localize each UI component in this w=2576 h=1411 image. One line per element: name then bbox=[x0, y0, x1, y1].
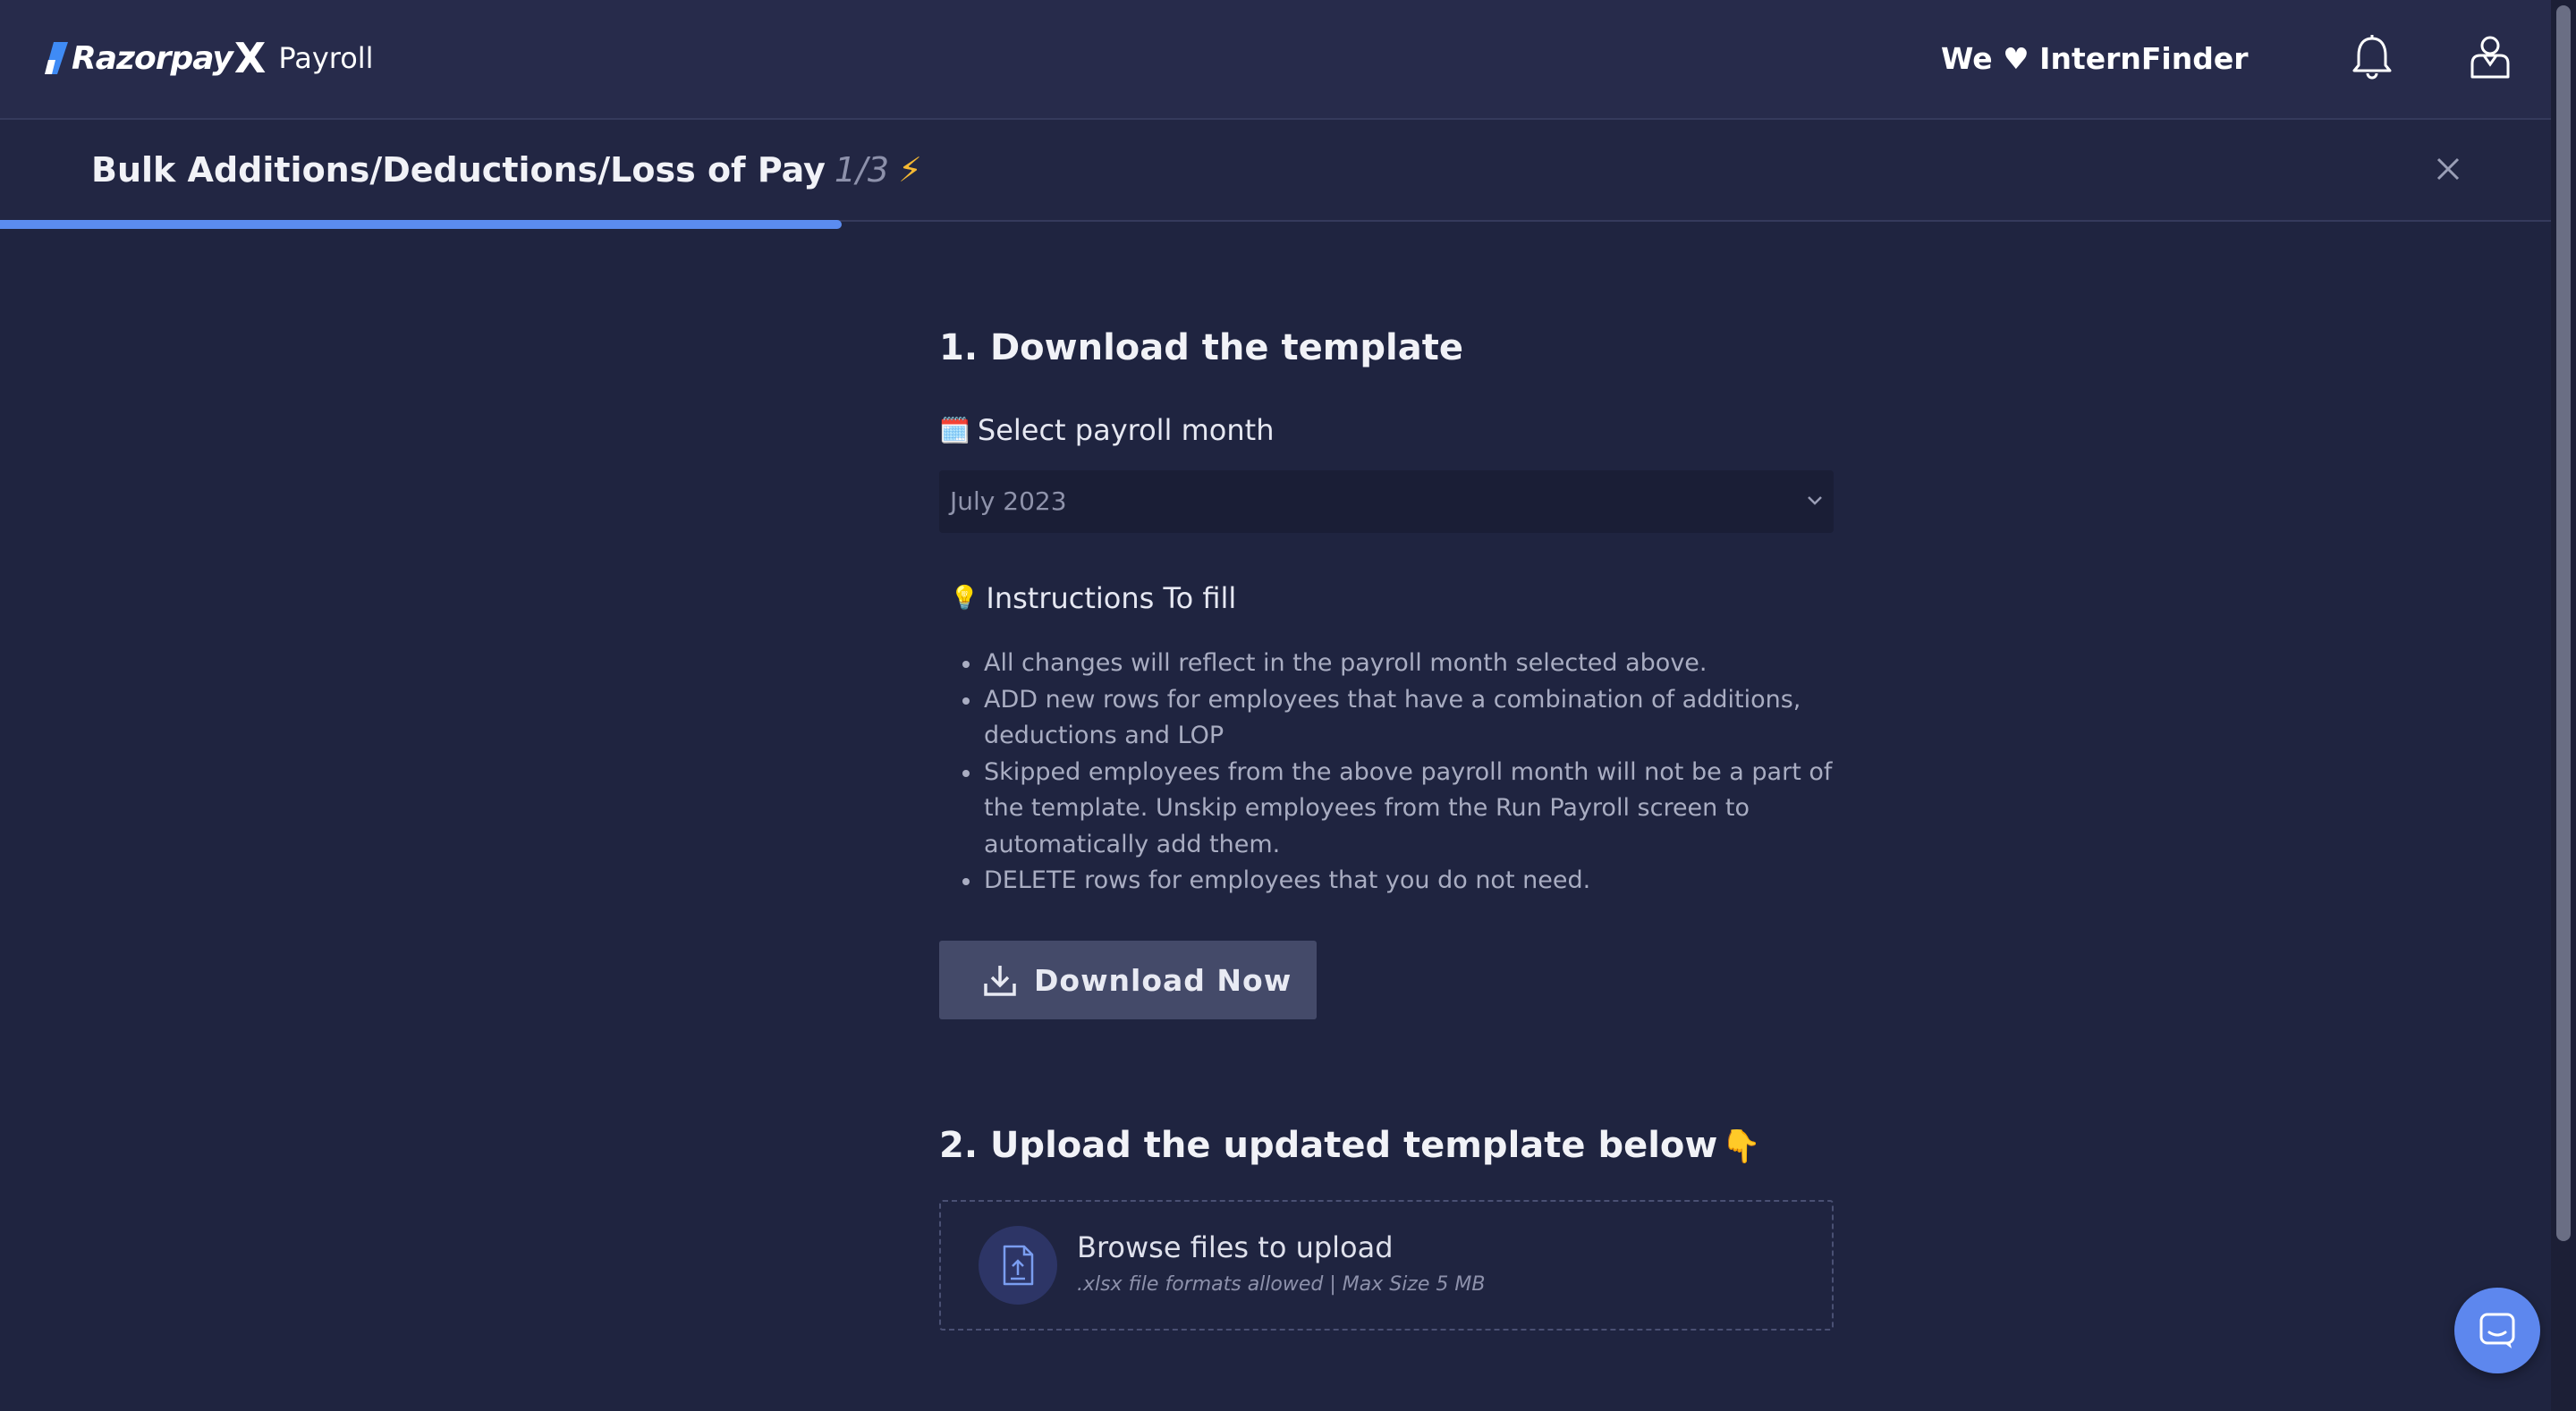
bell-icon bbox=[2352, 35, 2392, 80]
top-bar: Razorpay X Payroll We ♥ InternFinder bbox=[0, 0, 2551, 120]
step-1-heading: 1. Download the template bbox=[939, 327, 1463, 368]
account-button[interactable] bbox=[2463, 30, 2517, 84]
bolt-icon: ⚡ bbox=[898, 150, 922, 190]
list-item: All changes will reflect in the payroll … bbox=[962, 646, 1834, 682]
page-title: Bulk Additions/Deductions/Loss of Pay 1/3… bbox=[91, 150, 922, 190]
upload-icon-circle bbox=[979, 1226, 1057, 1305]
step-indicator: 1/3 bbox=[834, 150, 890, 190]
close-button[interactable] bbox=[2426, 147, 2470, 191]
upload-hint: .xlsx file formats allowed | Max Size 5 … bbox=[1077, 1273, 1486, 1296]
brand-name: Razorpay bbox=[72, 39, 233, 77]
step-2-heading-text: 2. Upload the updated template below bbox=[939, 1125, 1718, 1166]
product-name: Payroll bbox=[278, 41, 374, 75]
payroll-month-select[interactable]: July 2023 bbox=[939, 470, 1834, 533]
list-item: DELETE rows for employees that you do no… bbox=[962, 863, 1834, 900]
instructions-label: 💡 Instructions To fill bbox=[950, 581, 1236, 615]
wizard-header: Bulk Additions/Deductions/Loss of Pay 1/3… bbox=[0, 120, 2551, 222]
chat-support-button[interactable] bbox=[2454, 1288, 2540, 1373]
calendar-icon: 🗓️ bbox=[939, 415, 970, 445]
page-title-text: Bulk Additions/Deductions/Loss of Pay bbox=[91, 150, 826, 190]
download-icon bbox=[984, 966, 1016, 996]
notifications-button[interactable] bbox=[2345, 30, 2399, 84]
scrollbar-thumb[interactable] bbox=[2556, 5, 2571, 1241]
file-upload-dropzone[interactable]: Browse files to upload .xlsx file format… bbox=[939, 1200, 1834, 1331]
download-now-label: Download Now bbox=[1034, 962, 1292, 998]
razorpayx-logo[interactable]: Razorpay X Payroll bbox=[45, 34, 374, 82]
razorpay-logo-mark-icon bbox=[45, 42, 68, 74]
download-now-button[interactable]: Download Now bbox=[939, 941, 1317, 1019]
instructions-label-text: Instructions To fill bbox=[986, 581, 1237, 615]
month-label: 🗓️ Select payroll month bbox=[939, 413, 1274, 447]
upload-title: Browse files to upload bbox=[1077, 1230, 1394, 1264]
wizard-progress-bar bbox=[0, 220, 842, 229]
brand-x: X bbox=[233, 34, 267, 82]
file-upload-icon bbox=[1003, 1245, 1034, 1286]
month-label-text: Select payroll month bbox=[977, 413, 1275, 447]
company-name[interactable]: We ♥ InternFinder bbox=[1941, 41, 2249, 76]
close-icon bbox=[2436, 157, 2460, 181]
list-item: Skipped employees from the above payroll… bbox=[962, 755, 1834, 864]
lightbulb-icon: 💡 bbox=[950, 585, 979, 612]
list-item: ADD new rows for employees that have a c… bbox=[962, 682, 1834, 755]
step-2-heading: 2. Upload the updated template below 👇 bbox=[939, 1125, 1761, 1166]
chat-icon bbox=[2479, 1313, 2515, 1348]
user-icon bbox=[2470, 36, 2510, 79]
pointing-down-icon: 👇 bbox=[1721, 1128, 1762, 1165]
selected-month: July 2023 bbox=[950, 486, 1067, 516]
instructions-list: All changes will reflect in the payroll … bbox=[939, 646, 1834, 900]
chevron-down-icon bbox=[1808, 496, 1822, 505]
